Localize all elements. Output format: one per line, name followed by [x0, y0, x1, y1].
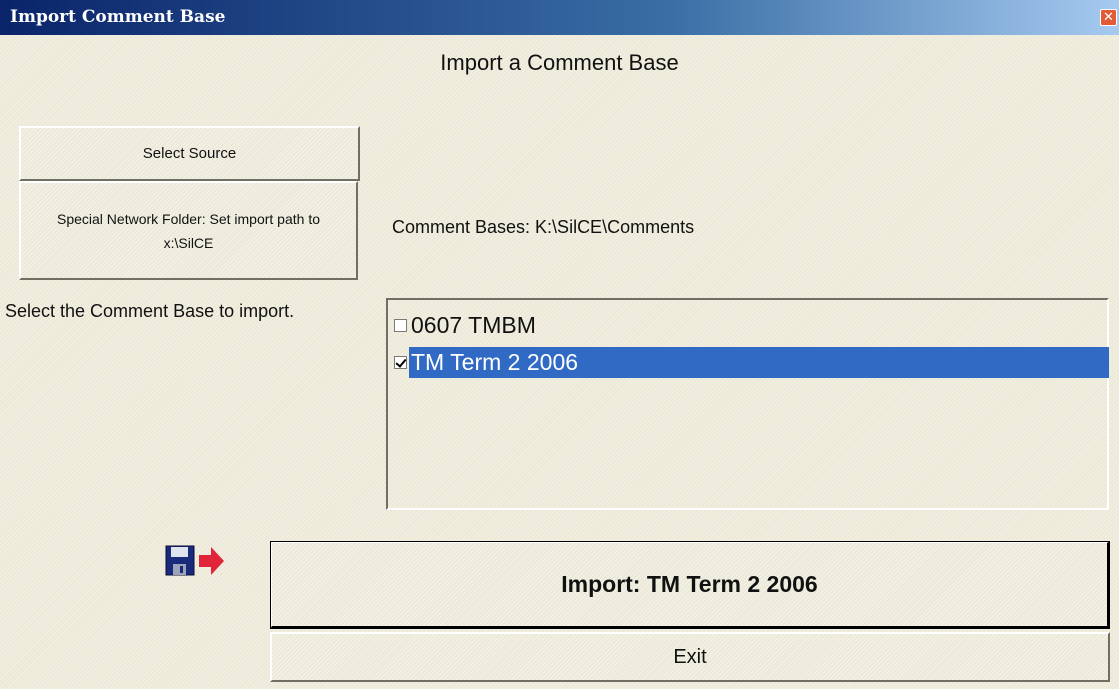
comment-base-list[interactable]: 0607 TMBM TM Term 2 2006 — [386, 298, 1109, 510]
list-item-label: TM Term 2 2006 — [409, 347, 1109, 378]
close-icon[interactable]: ✕ — [1100, 9, 1117, 26]
import-comment-base-window: Import Comment Base ✕ Import a Comment B… — [0, 0, 1119, 689]
import-button[interactable]: Import: TM Term 2 2006 — [270, 541, 1110, 629]
list-item-checkbox[interactable] — [394, 356, 407, 369]
list-item-label: 0607 TMBM — [411, 312, 536, 338]
title-bar[interactable]: Import Comment Base ✕ — [0, 0, 1119, 35]
comment-bases-path-label: Comment Bases: K:\SilCE\Comments — [392, 217, 695, 237]
special-network-folder-button[interactable]: Special Network Folder: Set import path … — [19, 181, 358, 280]
select-comment-base-prompt: Select the Comment Base to import. — [5, 301, 295, 321]
list-item-checkbox[interactable] — [394, 319, 407, 332]
exit-button[interactable]: Exit — [270, 632, 1110, 682]
save-to-arrow-icon — [165, 545, 224, 576]
list-item[interactable]: TM Term 2 2006 — [394, 345, 1109, 380]
window-title: Import Comment Base — [10, 7, 226, 27]
page-title: Import a Comment Base — [440, 50, 679, 75]
list-item[interactable]: 0607 TMBM — [394, 308, 1094, 343]
select-source-button[interactable]: Select Source — [19, 126, 360, 181]
